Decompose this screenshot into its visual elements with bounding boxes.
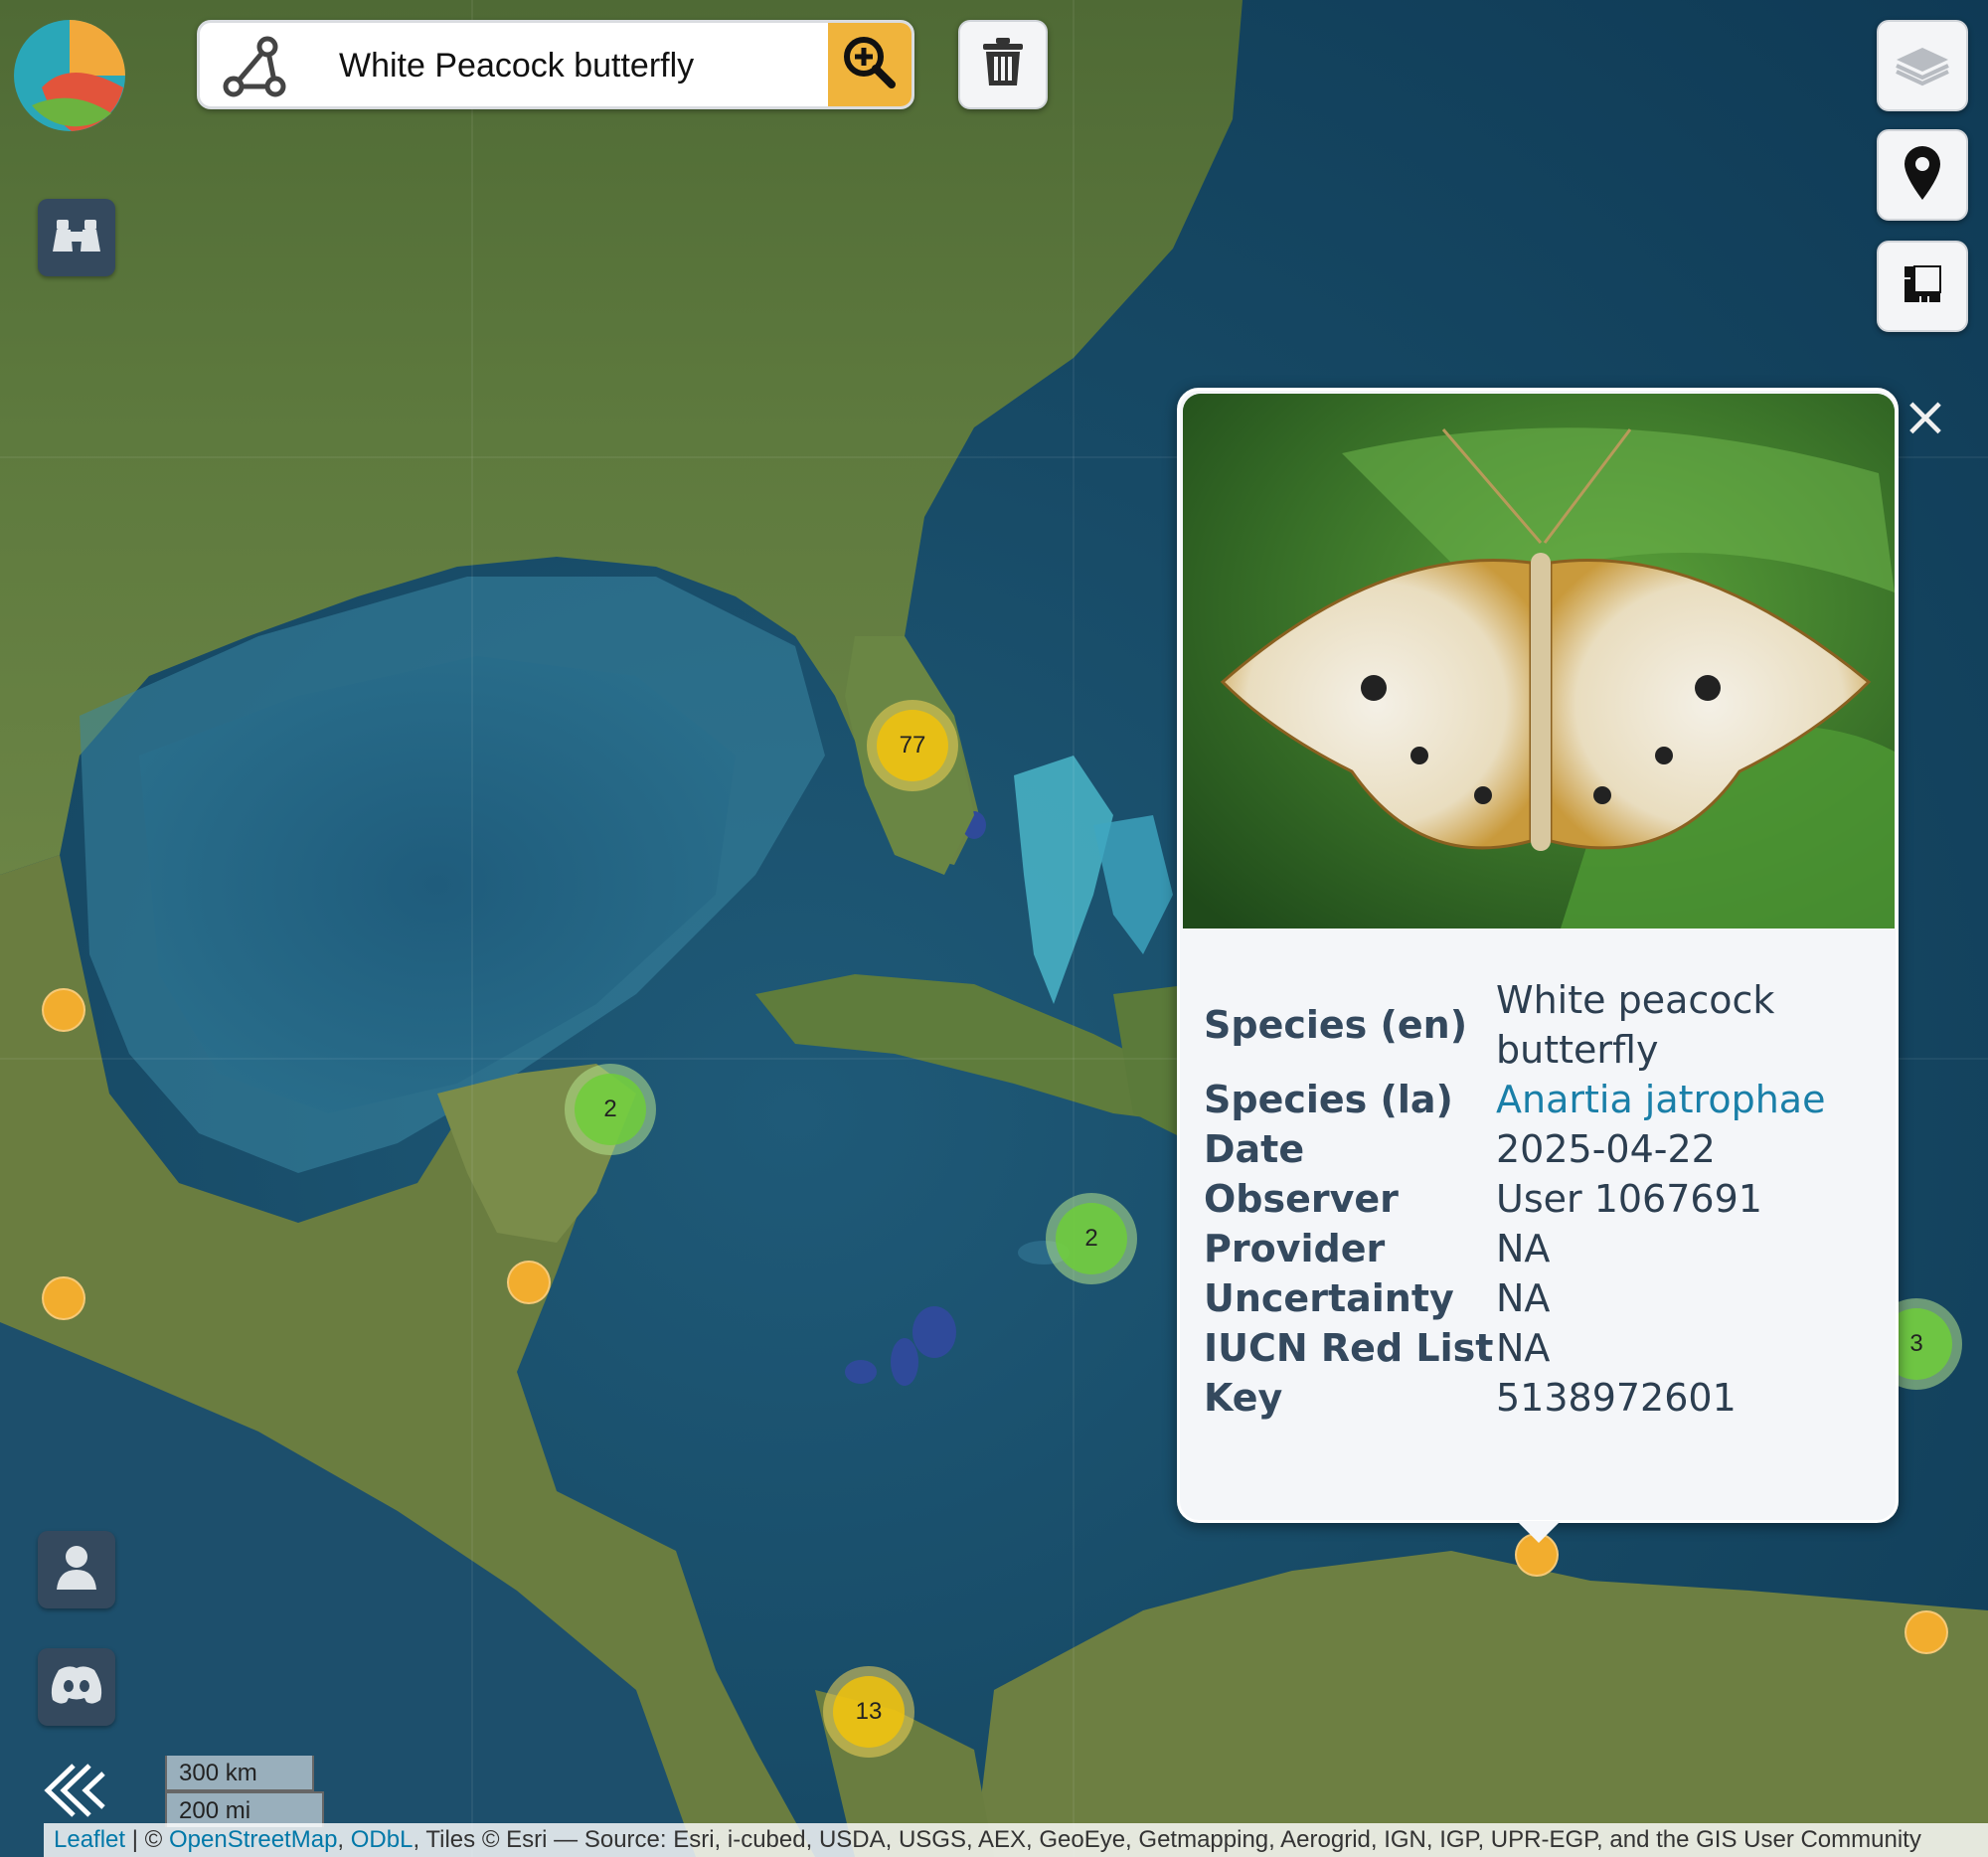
species-latin-link[interactable]: Anartia jatrophae bbox=[1496, 1078, 1825, 1121]
marker-cluster[interactable]: 13 bbox=[823, 1666, 914, 1758]
map-attribution: Leaflet | © OpenStreetMap, ODbL, Tiles ©… bbox=[44, 1823, 1988, 1857]
occurrence-details: Species (en) White peacock butterfly Spe… bbox=[1204, 975, 1884, 1423]
detail-value: 2025-04-22 bbox=[1496, 1127, 1716, 1171]
attribution-text: , Tiles © Esri — Source: Esri, i-cubed, … bbox=[413, 1826, 1921, 1853]
popup-close-button[interactable]: × bbox=[1901, 385, 1950, 449]
binoculars-icon bbox=[51, 216, 102, 260]
detail-row: Observer User 1067691 bbox=[1204, 1174, 1884, 1224]
search-bar bbox=[197, 20, 914, 109]
search-button[interactable] bbox=[828, 23, 911, 106]
occurrence-marker[interactable] bbox=[507, 1261, 551, 1304]
zoom-in-search-icon bbox=[842, 35, 898, 95]
detail-key: Species (en) bbox=[1204, 1003, 1468, 1047]
detail-value: User 1067691 bbox=[1496, 1177, 1762, 1221]
layers-icon bbox=[1893, 38, 1952, 94]
detail-row: Provider NA bbox=[1204, 1224, 1884, 1273]
detail-key: Observer bbox=[1204, 1177, 1399, 1221]
detail-key: Date bbox=[1204, 1127, 1305, 1171]
detail-value: NA bbox=[1496, 1326, 1551, 1370]
occurrence-marker[interactable] bbox=[42, 1276, 85, 1320]
user-icon bbox=[55, 1544, 98, 1597]
polygon-draw-icon[interactable] bbox=[220, 33, 289, 98]
popup-tip bbox=[1517, 1521, 1561, 1543]
detail-row: Date 2025-04-22 bbox=[1204, 1124, 1884, 1174]
marker-cluster[interactable]: 2 bbox=[1046, 1193, 1137, 1284]
scale-imperial: 200 mi bbox=[165, 1791, 324, 1827]
detail-key: Provider bbox=[1204, 1227, 1386, 1270]
detail-key: Species (la) bbox=[1204, 1078, 1453, 1121]
measure-button[interactable] bbox=[1877, 241, 1968, 332]
osm-link[interactable]: OpenStreetMap bbox=[169, 1826, 337, 1853]
detail-row: Uncertainty NA bbox=[1204, 1273, 1884, 1323]
cluster-count: 2 bbox=[1084, 1225, 1098, 1252]
discord-icon bbox=[49, 1664, 104, 1711]
detail-value: NA bbox=[1496, 1276, 1551, 1320]
detail-key: Key bbox=[1204, 1376, 1283, 1420]
layers-button[interactable] bbox=[1877, 20, 1968, 111]
cluster-count: 77 bbox=[899, 732, 926, 759]
occurrence-marker[interactable] bbox=[1905, 1610, 1948, 1654]
detail-value: NA bbox=[1496, 1227, 1551, 1270]
clear-button[interactable] bbox=[958, 20, 1048, 109]
collapse-button[interactable] bbox=[40, 1760, 109, 1821]
explore-button[interactable] bbox=[38, 199, 115, 276]
app-logo[interactable] bbox=[12, 18, 127, 133]
marker-cluster[interactable]: 2 bbox=[565, 1064, 656, 1155]
detail-key: Uncertainty bbox=[1204, 1276, 1454, 1320]
discord-button[interactable] bbox=[38, 1648, 115, 1726]
attribution-text: | © bbox=[125, 1826, 169, 1853]
detail-row: IUCN Red List NA bbox=[1204, 1323, 1884, 1373]
cluster-count: 13 bbox=[855, 1698, 883, 1725]
close-icon: × bbox=[1902, 384, 1949, 449]
detail-value: White peacock butterfly bbox=[1496, 978, 1775, 1072]
map-marker-icon bbox=[1901, 144, 1944, 207]
scale-bar: 300 km 200 mi bbox=[165, 1756, 324, 1827]
cluster-count: 2 bbox=[603, 1096, 617, 1122]
trash-icon bbox=[981, 37, 1025, 92]
leaflet-link[interactable]: Leaflet bbox=[54, 1826, 125, 1853]
detail-row: Species (la) Anartia jatrophae bbox=[1204, 1075, 1884, 1124]
marker-cluster[interactable]: 77 bbox=[867, 700, 958, 791]
ruler-icon bbox=[1901, 262, 1944, 311]
detail-key: IUCN Red List bbox=[1204, 1326, 1494, 1370]
occurrence-popup: Species (en) White peacock butterfly Spe… bbox=[1177, 388, 1899, 1523]
account-button[interactable] bbox=[38, 1531, 115, 1608]
detail-row: Key 5138972601 bbox=[1204, 1373, 1884, 1423]
attribution-text: , bbox=[337, 1826, 351, 1853]
search-input[interactable] bbox=[337, 23, 818, 106]
detail-row: Species (en) White peacock butterfly bbox=[1204, 975, 1884, 1075]
locate-button[interactable] bbox=[1877, 129, 1968, 221]
occurrence-marker[interactable] bbox=[42, 988, 85, 1032]
butterfly-photo bbox=[1183, 394, 1895, 928]
cluster-count: 3 bbox=[1909, 1330, 1923, 1357]
detail-value: 5138972601 bbox=[1496, 1376, 1737, 1420]
odbl-link[interactable]: ODbL bbox=[351, 1826, 414, 1853]
scale-metric: 300 km bbox=[165, 1756, 314, 1791]
